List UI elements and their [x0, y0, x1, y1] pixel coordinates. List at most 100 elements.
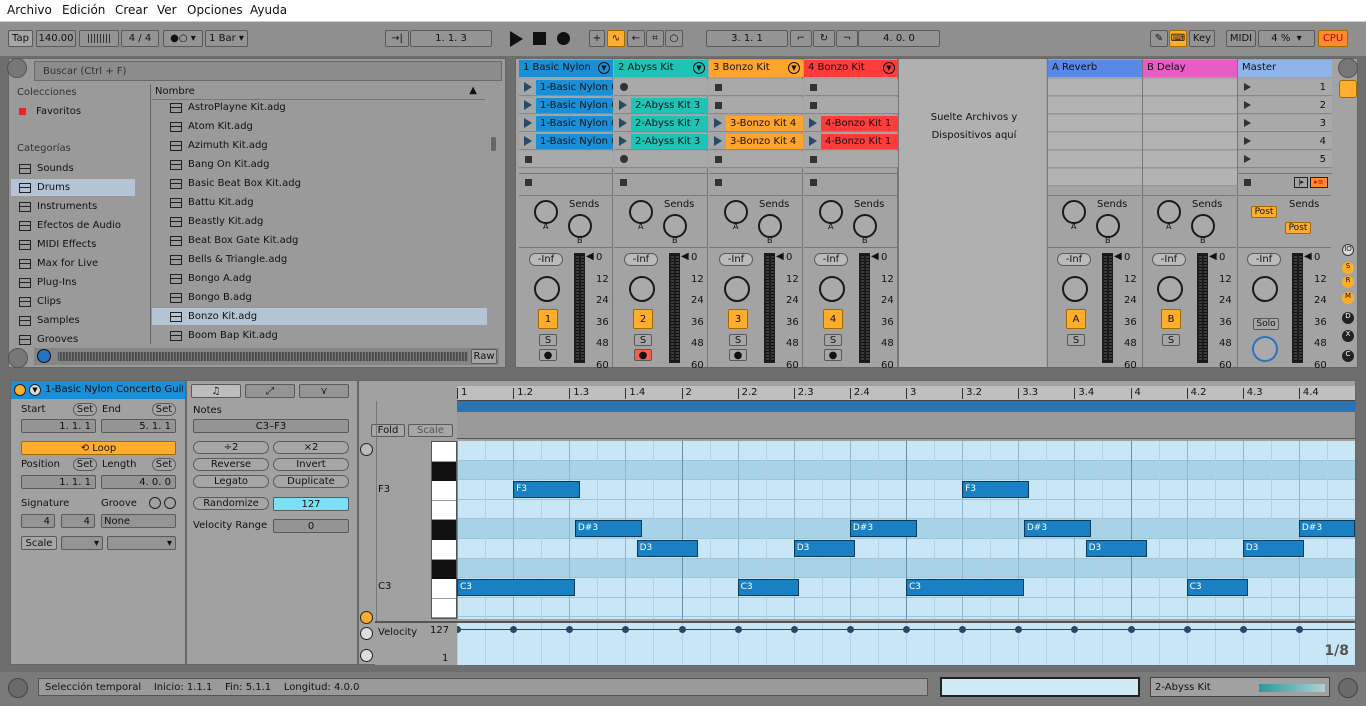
scene-launch-icon[interactable] [1244, 83, 1251, 91]
clip-stop-icon[interactable] [525, 155, 532, 163]
track-activator-button[interactable]: 2 [633, 309, 653, 329]
notes-tab[interactable]: ♫ [191, 384, 241, 398]
pan-knob[interactable] [629, 276, 655, 302]
duplicate-button[interactable]: Duplicate [273, 475, 349, 488]
velocity-handle[interactable] [1015, 626, 1023, 633]
velocity-marker[interactable] [566, 626, 577, 665]
velocity-handle[interactable] [846, 626, 854, 633]
midi-note[interactable]: D#3 [849, 520, 918, 538]
clip-launch-icon[interactable] [524, 118, 532, 128]
pan-knob[interactable] [724, 276, 750, 302]
master-header[interactable]: Master [1238, 60, 1332, 77]
clip-stop-icon[interactable] [620, 155, 628, 163]
clip-stop-icon[interactable] [810, 101, 817, 109]
menu-crear[interactable]: Crear [115, 3, 148, 17]
track-activator-button[interactable]: 4 [823, 309, 843, 329]
clip-stop-icon[interactable] [715, 101, 722, 109]
drop-zone[interactable]: Suelte Archivos y Dispositivos aquí [898, 59, 1046, 367]
send-a-knob[interactable] [534, 200, 558, 224]
clip-slot[interactable]: 1-Basic Nylon C [519, 133, 613, 150]
velocity-handle[interactable] [1295, 626, 1303, 633]
groove-commit-icon[interactable] [164, 497, 176, 509]
automation-arm-icon[interactable]: ∿ [607, 30, 625, 47]
solo-button[interactable]: S [824, 334, 842, 346]
send-b-knob[interactable] [663, 214, 687, 238]
scene-launch-icon[interactable] [1244, 119, 1251, 127]
midi-map-button[interactable]: MIDI [1226, 30, 1256, 47]
track-header-2[interactable]: 2 Abyss Kit ▼ [614, 60, 708, 77]
velocity-marker[interactable] [457, 626, 465, 665]
preview-headphones-icon[interactable] [360, 443, 373, 456]
play-button[interactable] [510, 31, 523, 47]
send-a-knob[interactable] [1062, 200, 1086, 224]
menu-edicion[interactable]: Edición [62, 3, 105, 17]
velocity-handle[interactable] [566, 626, 574, 633]
master-pan-knob[interactable] [1252, 276, 1278, 302]
velocity-handle[interactable] [734, 626, 742, 633]
track-header-4[interactable]: 4 Bonzo Kit ▼ [804, 60, 898, 77]
scene-launch[interactable]: 2 [1238, 97, 1332, 114]
clip-stop-icon[interactable] [810, 83, 817, 91]
velocity-marker[interactable] [1015, 626, 1026, 665]
piano-keyboard[interactable] [431, 441, 457, 619]
browser-file-item[interactable]: Azimuth Kit.adg [152, 137, 487, 154]
velocity-marker[interactable] [1295, 626, 1307, 665]
browser-scrollbar[interactable] [491, 137, 496, 151]
fader-position-icon[interactable]: ◀ [1114, 251, 1122, 262]
empty-clip-slot[interactable] [804, 97, 898, 114]
stop-button[interactable] [533, 32, 546, 45]
midi-note[interactable]: C3 [906, 579, 1024, 597]
empty-clip-slot[interactable] [709, 79, 803, 96]
velocity-grid[interactable] [457, 623, 1355, 665]
volume-value-field[interactable]: -Inf [814, 253, 848, 266]
clip-activator-icon[interactable] [14, 384, 26, 396]
velocity-marker[interactable] [622, 626, 633, 665]
arrangement-pos-icon[interactable]: →| [385, 30, 409, 47]
scale-button[interactable]: Scale [21, 536, 57, 550]
clip-title[interactable]: 1-Basic Nylon Concerto Guit [45, 384, 183, 395]
scene-launch-icon[interactable] [1244, 101, 1251, 109]
tempo-field[interactable]: 140.00 [36, 30, 76, 47]
midi-note[interactable]: F3 [513, 481, 581, 499]
clip-launch-icon[interactable] [714, 136, 722, 146]
empty-clip-slot[interactable] [614, 151, 708, 168]
randomize-amount-field[interactable]: 127 [273, 497, 349, 511]
start-field[interactable]: 1. 1. 1 [21, 419, 96, 433]
groove-hot-swap-icon[interactable] [149, 497, 161, 509]
clip-launch-icon[interactable] [714, 118, 722, 128]
send-b-knob[interactable] [1191, 214, 1215, 238]
velocity-marker[interactable] [790, 626, 802, 665]
track-activator-button[interactable]: 1 [538, 309, 558, 329]
midi-note[interactable]: F3 [962, 481, 1030, 499]
loop-switch-icon[interactable]: ↻ [813, 30, 835, 47]
browser-file-item[interactable]: Boom Bap Kit.adg [152, 327, 487, 344]
clip-slot[interactable]: 2-Abyss Kit 7 [614, 115, 708, 132]
clip-launch-icon[interactable] [619, 118, 627, 128]
solo-button[interactable]: S [634, 334, 652, 346]
track-fold-icon[interactable]: ▼ [598, 62, 610, 74]
menu-opciones[interactable]: Opciones [187, 3, 243, 17]
velocity-handle[interactable] [457, 626, 461, 633]
velocity-lane[interactable]: Velocity 127 1 1/8 [375, 621, 1355, 665]
signature-denominator[interactable]: 4 [61, 514, 95, 528]
black-key[interactable] [432, 461, 456, 482]
black-key[interactable] [432, 520, 456, 540]
category-item-clips[interactable]: Clips [11, 293, 135, 310]
return-header[interactable]: B Delay [1143, 60, 1237, 77]
clip-launch-icon[interactable] [619, 136, 627, 146]
velocity-handle[interactable] [1239, 626, 1247, 633]
end-set-button[interactable]: Set [152, 403, 176, 416]
browser-file-item[interactable]: Beastly Kit.adg [152, 213, 487, 230]
velocity-marker[interactable] [846, 626, 858, 665]
send-b-knob[interactable] [1096, 214, 1120, 238]
headphones-icon[interactable] [37, 349, 51, 363]
velocity-handle[interactable] [1127, 626, 1135, 633]
mpe-tab[interactable]: ⋎ [299, 384, 349, 398]
note-grid[interactable]: F3 D#3 D3 C3 C3 D3 D#3 F3 D#3 D3 C3 C3 D3 D#3 [457, 441, 1355, 619]
track-fold-icon[interactable]: ▼ [883, 62, 895, 74]
length-set-button[interactable]: Set [152, 458, 176, 471]
tap-button[interactable]: Tap [8, 30, 33, 47]
category-item-midi-effects[interactable]: MIDI Effects [11, 236, 135, 253]
status-toggle-icon[interactable] [8, 678, 28, 698]
clip-slot[interactable]: 3-Bonzo Kit 4 [709, 115, 803, 132]
